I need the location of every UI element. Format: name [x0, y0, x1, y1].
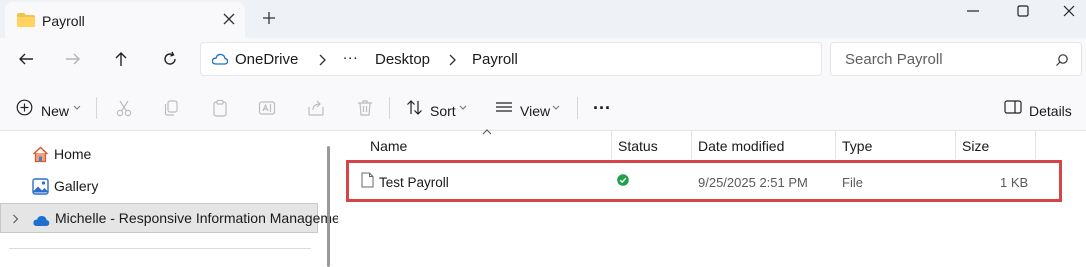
sidebar-item-home[interactable]: Home — [0, 139, 318, 169]
up-arrow-icon[interactable] — [112, 50, 130, 68]
sidebar-scrollbar[interactable] — [327, 146, 330, 267]
column-header-name[interactable]: Name — [370, 138, 407, 154]
close-icon[interactable] — [1061, 3, 1077, 19]
search-input[interactable]: Search Payroll — [845, 51, 943, 68]
file-size: 1 KB — [1000, 175, 1029, 190]
breadcrumb-overflow[interactable]: ... — [343, 46, 359, 63]
view-label: View — [520, 103, 551, 119]
column-divider[interactable] — [691, 131, 692, 159]
search-icon[interactable] — [1055, 53, 1069, 67]
address-row: OneDrive ... Desktop Payroll Search Payr… — [0, 38, 1086, 83]
copy-icon[interactable] — [162, 99, 180, 117]
gallery-icon — [32, 178, 49, 195]
plus-circle-icon — [16, 99, 33, 116]
file-date-modified: 9/25/2025 2:51 PM — [698, 175, 808, 190]
column-header-date-modified[interactable]: Date modified — [698, 138, 784, 154]
sort-button[interactable]: Sort — [404, 95, 472, 119]
details-pane-icon — [1004, 100, 1022, 114]
details-label: Details — [1029, 103, 1072, 119]
share-icon[interactable] — [307, 99, 325, 117]
command-bar: New Sort View ... Details — [0, 83, 1086, 131]
sidebar-item-gallery[interactable]: Gallery — [0, 171, 318, 201]
sidebar-item-label: Gallery — [54, 178, 99, 194]
chevron-right-icon[interactable] — [317, 54, 327, 66]
file-icon — [361, 172, 374, 188]
tab-title: Payroll — [42, 13, 85, 29]
onedrive-cloud-icon — [33, 215, 50, 226]
divider — [577, 97, 578, 119]
column-header-size[interactable]: Size — [962, 138, 989, 154]
column-divider[interactable] — [835, 131, 836, 159]
maximize-icon[interactable] — [1015, 3, 1031, 19]
column-header-type[interactable]: Type — [842, 138, 872, 154]
paste-icon[interactable] — [211, 99, 229, 117]
sort-arrows-icon — [407, 100, 422, 115]
onedrive-cloud-icon — [212, 53, 228, 65]
file-type: File — [842, 175, 863, 190]
folder-icon — [17, 13, 35, 27]
column-header-status[interactable]: Status — [618, 138, 658, 154]
sort-ascending-icon — [482, 129, 492, 135]
chevron-right-icon[interactable] — [12, 214, 19, 224]
new-tab-icon[interactable] — [262, 11, 276, 25]
sidebar-item-onedrive[interactable]: Michelle - Responsive Information Manage… — [0, 203, 340, 233]
breadcrumb-payroll[interactable]: Payroll — [472, 51, 518, 68]
navigation-pane: Home Gallery Michelle - Responsive Infor… — [0, 131, 340, 267]
close-tab-icon[interactable] — [222, 12, 236, 26]
home-icon — [32, 146, 49, 163]
synced-checkmark-icon — [617, 174, 629, 186]
column-divider[interactable] — [1035, 131, 1036, 159]
cut-icon[interactable] — [115, 99, 133, 117]
forward-arrow-icon[interactable] — [64, 50, 82, 68]
rename-icon[interactable] — [258, 99, 276, 117]
new-label: New — [41, 103, 70, 119]
divider — [9, 248, 311, 249]
view-lines-icon — [496, 102, 512, 112]
column-divider[interactable] — [611, 131, 612, 159]
view-button[interactable]: View — [494, 95, 566, 119]
chevron-down-icon — [552, 105, 560, 110]
file-name[interactable]: Test Payroll — [379, 175, 449, 190]
refresh-icon[interactable] — [161, 50, 179, 68]
chevron-down-icon — [73, 105, 81, 110]
sort-label: Sort — [430, 103, 456, 119]
sidebar-item-label: Michelle - Responsive Information Manage… — [55, 210, 340, 226]
file-list: Name Status Date modified Type Size Test… — [338, 129, 1086, 267]
search-box[interactable]: Search Payroll — [830, 42, 1082, 76]
column-divider[interactable] — [955, 131, 956, 159]
address-bar[interactable]: OneDrive ... Desktop Payroll — [200, 42, 822, 76]
back-arrow-icon[interactable] — [17, 50, 35, 68]
breadcrumb-desktop[interactable]: Desktop — [375, 51, 430, 68]
more-options-button[interactable]: ... — [593, 93, 611, 114]
tab-payroll[interactable]: Payroll — [5, 2, 245, 38]
sidebar-item-label: Home — [54, 146, 92, 162]
breadcrumb-onedrive[interactable]: OneDrive — [235, 51, 298, 68]
divider — [96, 97, 97, 119]
new-button[interactable]: New — [14, 95, 84, 119]
title-bar: Payroll — [0, 0, 1086, 38]
details-button[interactable]: Details — [1003, 95, 1075, 119]
delete-icon[interactable] — [356, 99, 374, 117]
chevron-down-icon — [459, 105, 467, 110]
minimize-icon[interactable] — [965, 3, 981, 19]
chevron-right-icon[interactable] — [447, 54, 457, 66]
divider — [389, 97, 390, 119]
table-row[interactable]: Test Payroll 9/25/2025 2:51 PM File 1 KB — [346, 160, 1062, 202]
